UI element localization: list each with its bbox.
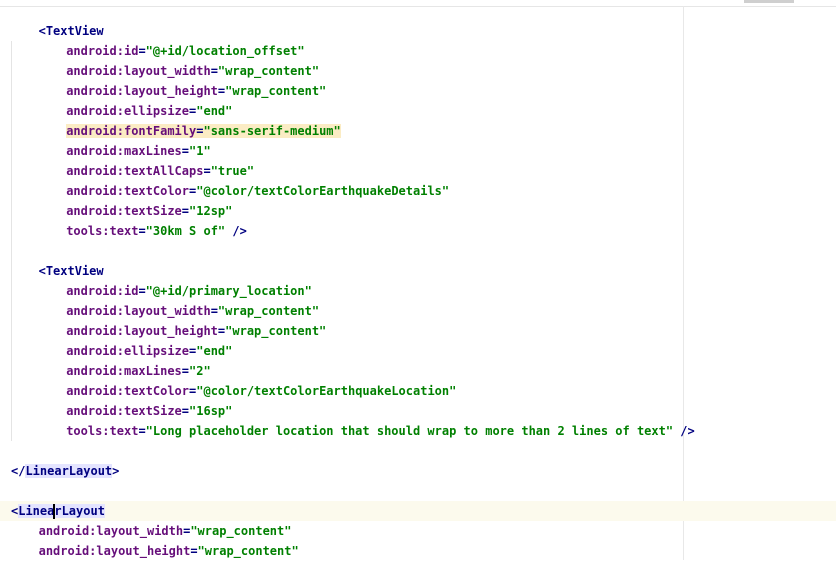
- xml-equals: =: [210, 304, 218, 318]
- xml-attribute-value: "@color/textColorEarthquakeDetails": [196, 184, 450, 198]
- xml-attribute-value: "12sp": [189, 204, 233, 218]
- code-line[interactable]: android:layout_height="wrap_content": [0, 541, 836, 561]
- xml-attribute-name: android:ellipsize: [66, 104, 190, 118]
- xml-equals: =: [181, 204, 190, 218]
- xml-attribute-value: "2": [189, 364, 211, 378]
- xml-equals: =: [190, 544, 198, 558]
- xml-attribute-value: "@color/textColorEarthquakeLocation": [196, 384, 457, 398]
- editor-top-strip: [0, 0, 836, 7]
- xml-attribute-name: android:layout_width: [66, 64, 211, 78]
- xml-attribute-name: android:id: [66, 284, 139, 298]
- xml-tag-open: <TextView: [38, 24, 104, 38]
- xml-attribute-value: "1": [189, 144, 211, 158]
- xml-attribute-name: android:layout_height: [66, 324, 218, 338]
- code-line[interactable]: android:ellipsize="end": [0, 101, 836, 121]
- code-line[interactable]: android:layout_width="wrap_content": [0, 521, 836, 541]
- code-line[interactable]: android:textColor="@color/textColorEarth…: [0, 381, 836, 401]
- code-line[interactable]: [0, 241, 836, 261]
- xml-attribute-name: tools:text: [66, 224, 139, 238]
- code-line[interactable]: android:layout_width="wrap_content": [0, 301, 836, 321]
- xml-attribute-name: android:layout_height: [38, 544, 191, 558]
- xml-attribute-name: android:textAllCaps: [66, 164, 204, 178]
- xml-attribute-name: tools:text: [66, 424, 139, 438]
- xml-equals: =: [138, 44, 146, 58]
- code-line[interactable]: tools:text="30km S of" />: [0, 221, 836, 241]
- code-line[interactable]: tools:text="Long placeholder location th…: [0, 421, 836, 441]
- code-line[interactable]: [0, 481, 836, 501]
- code-line[interactable]: <TextView: [0, 21, 836, 41]
- xml-attribute-name: android:id: [66, 44, 139, 58]
- xml-attribute-value: "wrap_content": [190, 524, 292, 538]
- xml-attribute-value: "end": [196, 104, 233, 118]
- code-line[interactable]: android:textSize="12sp": [0, 201, 836, 221]
- xml-attribute-value: "sans-serif-medium": [203, 124, 341, 138]
- code-line[interactable]: android:maxLines="1": [0, 141, 836, 161]
- xml-attribute-value: "@+id/location_offset": [145, 44, 305, 58]
- xml-attribute-name: android:ellipsize: [66, 344, 190, 358]
- xml-attribute-name: android:maxLines: [66, 364, 182, 378]
- xml-attribute-value: "wrap_content": [225, 324, 327, 338]
- code-line[interactable]: android:layout_height="wrap_content": [0, 81, 836, 101]
- xml-attribute-value: "@+id/primary_location": [145, 284, 312, 298]
- xml-equals: =: [181, 364, 190, 378]
- code-line[interactable]: android:layout_width="wrap_content": [0, 61, 836, 81]
- xml-tag-open: <TextView: [38, 264, 104, 278]
- xml-attribute-value: "wrap_content": [217, 64, 320, 78]
- code-line[interactable]: android:textColor="@color/textColorEarth…: [0, 181, 836, 201]
- xml-attribute-value: "wrap_content": [225, 84, 327, 98]
- code-line[interactable]: <LinearLayout: [0, 501, 836, 521]
- code-line[interactable]: android:id="@+id/primary_location": [0, 281, 836, 301]
- code-editor[interactable]: <TextView android:id="@+id/location_offse…: [0, 21, 836, 561]
- xml-tag-close: >: [112, 464, 120, 478]
- xml-equals: =: [138, 284, 146, 298]
- xml-attribute-value: "30km S of": [145, 224, 226, 238]
- xml-equals: =: [203, 164, 211, 178]
- xml-attribute-name: android:fontFamily: [66, 124, 197, 138]
- xml-equals: =: [210, 64, 218, 78]
- xml-attribute-name: android:textColor: [66, 384, 190, 398]
- xml-attribute-name: android:layout_width: [38, 524, 184, 538]
- xml-tag-name: LinearLayout: [18, 504, 105, 519]
- code-line[interactable]: </LinearLayout>: [0, 461, 836, 481]
- code-line[interactable]: [0, 441, 836, 461]
- xml-attribute-name: android:textSize: [66, 404, 182, 418]
- code-line[interactable]: android:id="@+id/location_offset": [0, 41, 836, 61]
- xml-tag-name: LinearLayout: [25, 464, 113, 478]
- xml-attribute-name: android:layout_width: [66, 304, 211, 318]
- code-line[interactable]: android:maxLines="2": [0, 361, 836, 381]
- xml-self-close: />: [225, 224, 247, 238]
- xml-self-close: />: [673, 424, 695, 438]
- xml-equals: =: [138, 424, 146, 438]
- xml-attribute-value: "16sp": [189, 404, 233, 418]
- xml-attribute-value: "Long placeholder location that should w…: [145, 424, 674, 438]
- xml-attribute-name: android:maxLines: [66, 144, 182, 158]
- code-line[interactable]: android:textSize="16sp": [0, 401, 836, 421]
- xml-equals: =: [181, 144, 190, 158]
- xml-equals: =: [181, 404, 190, 418]
- code-line[interactable]: android:layout_height="wrap_content": [0, 321, 836, 341]
- xml-attribute-name: android:textColor: [66, 184, 190, 198]
- horizontal-scroll-thumb[interactable]: [744, 0, 794, 3]
- code-line[interactable]: <TextView: [0, 261, 836, 281]
- xml-attribute-value: "wrap_content": [217, 304, 320, 318]
- xml-attribute-name: android:textSize: [66, 204, 182, 218]
- xml-attribute-name: android:layout_height: [66, 84, 218, 98]
- text-caret: [53, 504, 56, 519]
- code-line[interactable]: android:ellipsize="end": [0, 341, 836, 361]
- xml-tag-open: </: [11, 464, 26, 478]
- xml-equals: =: [138, 224, 146, 238]
- code-line[interactable]: android:textAllCaps="true": [0, 161, 836, 181]
- xml-attribute-value: "wrap_content": [197, 544, 299, 558]
- code-line[interactable]: android:fontFamily="sans-serif-medium": [0, 121, 836, 141]
- xml-attribute-value: "true": [210, 164, 255, 178]
- xml-attribute-value: "end": [196, 344, 233, 358]
